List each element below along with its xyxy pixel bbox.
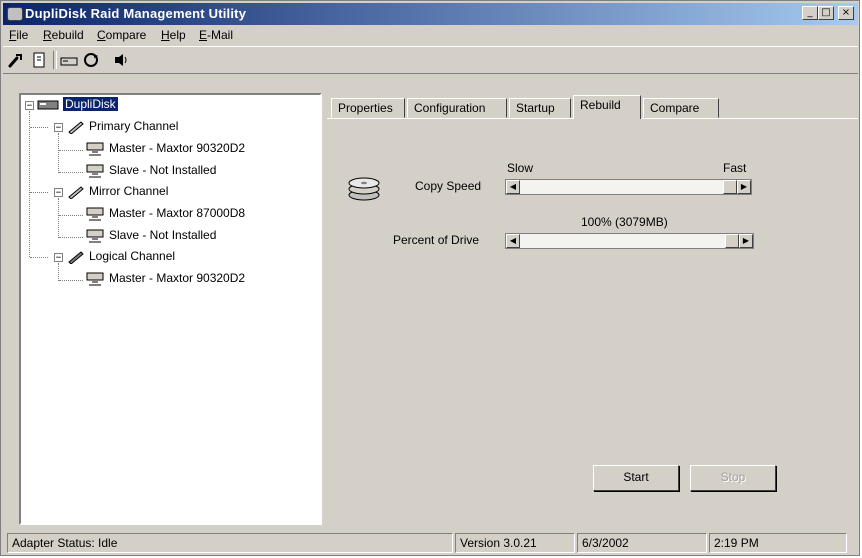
window-title: DupliDisk Raid Management Utility: [25, 6, 247, 21]
menu-email[interactable]: E-Mail: [199, 28, 233, 42]
tree-drive-primary-slave[interactable]: Slave - Not Installed: [85, 163, 216, 179]
toolbar: [3, 46, 858, 74]
version-status: Version 3.0.21: [455, 533, 575, 553]
tree-drive-mirror-master[interactable]: Master - Maxtor 87000D8: [85, 206, 245, 222]
adapter-status: Adapter Status: Idle: [7, 533, 453, 553]
tree-connector: [30, 257, 48, 258]
tree-drive-logical-master[interactable]: Master - Maxtor 90320D2: [85, 271, 245, 287]
app-window: DupliDisk Raid Management Utility _ □ × …: [0, 0, 860, 556]
menu-bar: File Rebuild Compare Help E-Mail: [3, 25, 858, 45]
percent-of-drive-slider[interactable]: ◀ ▶: [505, 233, 754, 249]
wrench-icon[interactable]: [7, 51, 27, 69]
hard-drive-icon: [86, 142, 104, 156]
tree-root[interactable]: DupliDisk: [37, 97, 118, 112]
percent-decrease-button[interactable]: ◀: [506, 234, 520, 248]
tree-drive-mirror-slave[interactable]: Slave - Not Installed: [85, 228, 216, 244]
disk-stack-icon: [348, 177, 380, 201]
tree-connector: [30, 192, 48, 193]
menu-rebuild[interactable]: Rebuild: [43, 28, 84, 42]
tree-channel-logical[interactable]: Logical Channel: [67, 249, 175, 264]
tree-expander[interactable]: −: [54, 253, 63, 263]
percent-increase-button[interactable]: ▶: [739, 234, 753, 248]
tree-connector: [58, 133, 59, 173]
tree-connector: [59, 280, 83, 281]
copy-speed-thumb[interactable]: [723, 180, 737, 194]
tree-connector: [29, 111, 30, 257]
tree-connector: [59, 150, 83, 151]
close-button[interactable]: ×: [838, 6, 854, 20]
tree-expander[interactable]: −: [25, 101, 34, 111]
tree-drive-primary-master[interactable]: Master - Maxtor 90320D2: [85, 141, 245, 157]
percent-thumb[interactable]: [725, 234, 739, 248]
minimize-button[interactable]: _: [802, 6, 818, 20]
tab-startup[interactable]: Startup: [509, 98, 571, 118]
toolbar-separator: [53, 51, 57, 69]
status-bar: Adapter Status: Idle Version 3.0.21 6/3/…: [3, 531, 858, 555]
maximize-button[interactable]: □: [818, 6, 834, 20]
tree-connector: [59, 172, 83, 173]
date-status: 6/3/2002: [577, 533, 707, 553]
refresh-icon[interactable]: [81, 51, 101, 69]
copy-speed-increase-button[interactable]: ▶: [737, 180, 751, 194]
title-bar[interactable]: DupliDisk Raid Management Utility _ □ ×: [3, 3, 858, 25]
start-button[interactable]: Start: [593, 465, 679, 491]
document-icon[interactable]: [29, 51, 49, 69]
tree-connector: [58, 198, 59, 238]
slow-label: Slow: [507, 161, 534, 175]
percent-of-drive-label: Percent of Drive: [393, 233, 480, 247]
menu-compare[interactable]: Compare: [97, 28, 146, 42]
app-icon: [7, 7, 23, 21]
cable-icon: [68, 251, 84, 264]
hard-drive-icon: [86, 164, 104, 178]
tab-properties[interactable]: Properties: [331, 98, 405, 118]
stop-button[interactable]: Stop: [690, 465, 776, 491]
tab-configuration[interactable]: Configuration: [407, 98, 507, 118]
drive-tree[interactable]: − DupliDisk − Primary Channel Master - M…: [19, 93, 322, 525]
raid-controller-icon: [37, 100, 59, 110]
menu-help[interactable]: Help: [161, 28, 186, 42]
tab-compare[interactable]: Compare: [643, 98, 719, 118]
tree-channel-mirror[interactable]: Mirror Channel: [67, 184, 168, 199]
tree-expander[interactable]: −: [54, 188, 63, 198]
tree-channel-primary[interactable]: Primary Channel: [67, 119, 178, 134]
tree-expander[interactable]: −: [54, 123, 63, 133]
tree-connector: [30, 127, 48, 128]
drive-icon[interactable]: [59, 51, 79, 69]
hard-drive-icon: [86, 229, 104, 243]
cable-icon: [68, 121, 84, 134]
cable-icon: [68, 186, 84, 199]
hard-drive-icon: [86, 207, 104, 221]
tree-connector: [59, 237, 83, 238]
time-status: 2:19 PM: [709, 533, 847, 553]
menu-file[interactable]: File: [9, 28, 28, 42]
hard-drive-icon: [86, 272, 104, 286]
speaker-icon[interactable]: [111, 51, 131, 69]
tree-connector: [58, 263, 59, 281]
rebuild-panel: Slow Fast Copy Speed ◀ ▶ 100% (3079MB) P…: [327, 118, 858, 529]
percent-value: 100% (3079MB): [581, 215, 668, 229]
tree-connector: [59, 215, 83, 216]
fast-label: Fast: [723, 161, 747, 175]
copy-speed-label: Copy Speed: [415, 179, 482, 193]
copy-speed-decrease-button[interactable]: ◀: [506, 180, 520, 194]
tab-rebuild[interactable]: Rebuild: [573, 95, 641, 119]
copy-speed-slider[interactable]: ◀ ▶: [505, 179, 752, 195]
